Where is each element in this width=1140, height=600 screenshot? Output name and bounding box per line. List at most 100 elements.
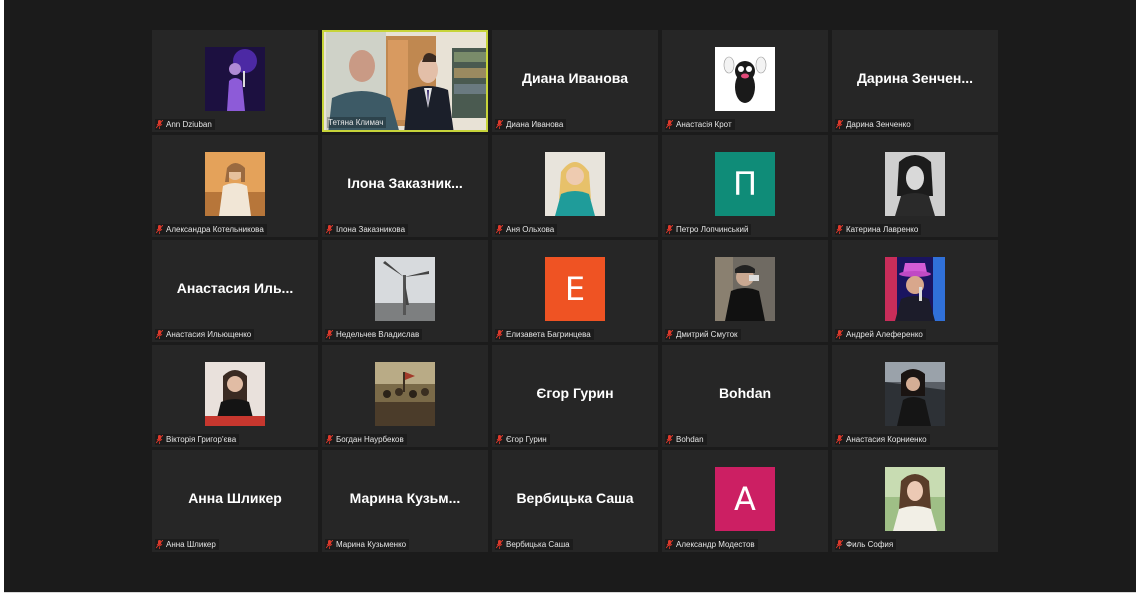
profile-photo <box>205 362 265 426</box>
participant-name: Марина Кузьменко <box>336 540 407 549</box>
mic-muted-icon <box>496 120 503 129</box>
participant-name: Диана Иванова <box>506 120 564 129</box>
participant-name: Александра Котельникова <box>166 225 264 234</box>
participant-label: Єгор Гурин <box>495 434 550 445</box>
participant-name: Ілона Заказникова <box>336 225 406 234</box>
participant-name: Петро Лопчинський <box>676 225 749 234</box>
participant-label: Катерина Лавренко <box>835 224 922 235</box>
participant-tile[interactable]: Марина Кузьм... Марина Кузьменко <box>322 450 488 552</box>
participant-label: Андрей Алеференко <box>835 329 926 340</box>
participant-label: Анастасия Ильющенко <box>155 329 255 340</box>
participant-tile[interactable]: Анастасія Крот <box>662 30 828 132</box>
mic-muted-icon <box>496 540 503 549</box>
participant-display-name: Вербицька Саша <box>516 490 634 506</box>
participant-label: Недельчев Владислав <box>325 329 423 340</box>
participant-tile[interactable]: Александра Котельникова <box>152 135 318 237</box>
participant-display-name: Анастасия Иль... <box>176 280 294 296</box>
mic-muted-icon <box>666 225 673 234</box>
mic-muted-icon <box>326 330 333 339</box>
profile-photo <box>375 257 435 321</box>
participant-name: Богдан Наурбеков <box>336 435 404 444</box>
avatar-letter: П <box>732 165 758 203</box>
mic-muted-icon <box>496 225 503 234</box>
participant-tile[interactable]: Ілона Заказник... Ілона Заказникова <box>322 135 488 237</box>
participant-label: Аня Ольхова <box>495 224 558 235</box>
participant-display-name: Дарина Зенчен... <box>856 70 974 86</box>
participant-label: Анна Шликер <box>155 539 219 550</box>
mic-muted-icon <box>326 540 333 549</box>
mic-muted-icon <box>836 225 843 234</box>
participant-name: Елизавета Багринцева <box>506 330 591 339</box>
participant-name: Андрей Алеференко <box>846 330 923 339</box>
mic-muted-icon <box>326 225 333 234</box>
participant-label: Александр Модестов <box>665 539 758 550</box>
participant-name: Ann Dziuban <box>166 120 212 129</box>
participant-name: Александр Модестов <box>676 540 755 549</box>
mic-muted-icon <box>666 330 673 339</box>
participant-label: Анастасія Крот <box>665 119 735 130</box>
participant-tile[interactable]: Ann Dziuban <box>152 30 318 132</box>
participant-tile[interactable]: Богдан Наурбеков <box>322 345 488 447</box>
mic-muted-icon <box>326 435 333 444</box>
participant-display-name: Диана Иванова <box>522 70 628 86</box>
participant-tile[interactable]: Филь София <box>832 450 998 552</box>
avatar-initial: П <box>715 152 775 216</box>
avatar-letter: Е <box>564 270 586 308</box>
participant-tile[interactable]: Єгор Гурин Єгор Гурин <box>492 345 658 447</box>
avatar-letter: А <box>734 480 756 518</box>
profile-photo <box>205 152 265 216</box>
participant-tile[interactable]: П Петро Лопчинський <box>662 135 828 237</box>
participant-tile[interactable]: Анастасия Корниенко <box>832 345 998 447</box>
participant-tile-active-speaker[interactable]: Тетяна Климач <box>322 30 488 132</box>
participant-tile[interactable]: Анна Шликер Анна Шликер <box>152 450 318 552</box>
participant-label: Петро Лопчинський <box>665 224 752 235</box>
participant-name: Єгор Гурин <box>506 435 547 444</box>
profile-photo <box>545 152 605 216</box>
profile-photo <box>885 152 945 216</box>
mic-muted-icon <box>836 435 843 444</box>
participant-tile[interactable]: Вікторія Григор'єва <box>152 345 318 447</box>
participant-tile[interactable]: Вербицька Саша Вербицька Саша <box>492 450 658 552</box>
participant-label: Марина Кузьменко <box>325 539 410 550</box>
participant-name: Анастасія Крот <box>676 120 732 129</box>
video-feed <box>324 32 486 130</box>
participant-tile[interactable]: Анастасия Иль... Анастасия Ильющенко <box>152 240 318 342</box>
profile-photo <box>715 257 775 321</box>
participant-display-name: Марина Кузьм... <box>349 490 461 506</box>
participant-label: Ann Dziuban <box>155 119 215 130</box>
participant-display-name: Bohdan <box>718 385 772 401</box>
participant-name: Дмитрий Смуток <box>676 330 738 339</box>
participant-name: Bohdan <box>676 435 704 444</box>
participant-tile[interactable]: Андрей Алеференко <box>832 240 998 342</box>
participant-tile[interactable]: Е Елизавета Багринцева <box>492 240 658 342</box>
mic-muted-icon <box>836 120 843 129</box>
participant-name: Анастасия Ильющенко <box>166 330 252 339</box>
profile-photo <box>375 362 435 426</box>
avatar-initial: Е <box>545 257 605 321</box>
mic-muted-icon <box>666 120 673 129</box>
participant-tile[interactable]: Аня Ольхова <box>492 135 658 237</box>
participant-tile[interactable]: Дарина Зенчен... Дарина Зенченко <box>832 30 998 132</box>
participant-tile[interactable]: Недельчев Владислав <box>322 240 488 342</box>
participant-tile[interactable]: Катерина Лавренко <box>832 135 998 237</box>
participant-tile[interactable]: А Александр Модестов <box>662 450 828 552</box>
profile-photo <box>885 257 945 321</box>
participant-display-name: Єгор Гурин <box>536 385 614 401</box>
participant-tile[interactable]: Дмитрий Смуток <box>662 240 828 342</box>
participant-name: Филь София <box>846 540 894 549</box>
participant-tile[interactable]: Диана Иванова Диана Иванова <box>492 30 658 132</box>
participant-name: Вікторія Григор'єва <box>166 435 237 444</box>
mic-muted-icon <box>156 330 163 339</box>
participant-label: Вікторія Григор'єва <box>155 434 240 445</box>
participant-name: Анна Шликер <box>166 540 216 549</box>
participant-name: Анастасия Корниенко <box>846 435 927 444</box>
participant-label: Дарина Зенченко <box>835 119 914 130</box>
participant-tile[interactable]: Bohdan Bohdan <box>662 345 828 447</box>
mic-muted-icon <box>156 435 163 444</box>
participant-label: Дмитрий Смуток <box>665 329 741 340</box>
mic-muted-icon <box>156 540 163 549</box>
mic-muted-icon <box>496 435 503 444</box>
participant-label: Елизавета Багринцева <box>495 329 594 340</box>
mic-muted-icon <box>156 225 163 234</box>
mic-muted-icon <box>156 120 163 129</box>
